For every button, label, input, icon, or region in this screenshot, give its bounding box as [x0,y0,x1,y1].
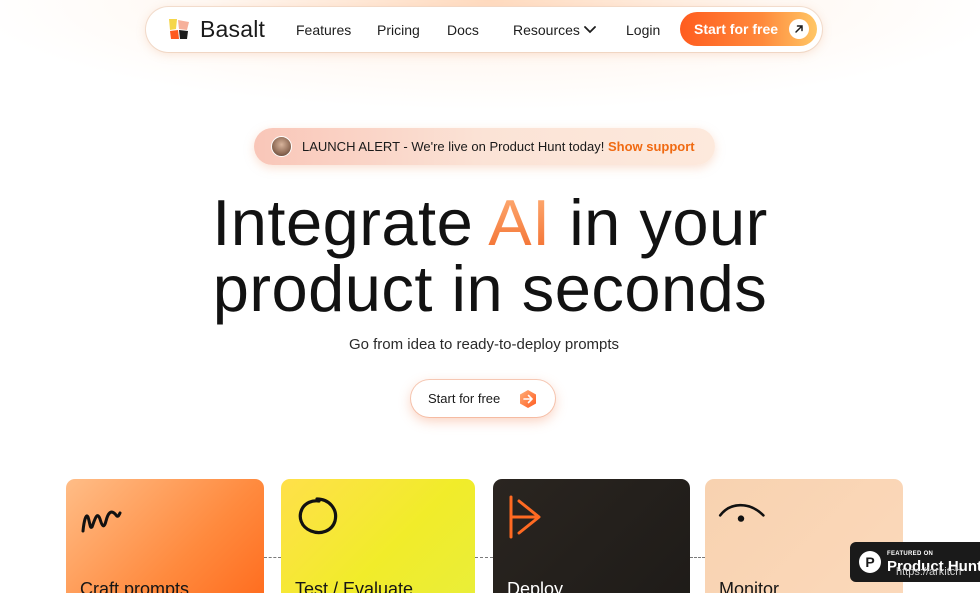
connector-line [475,557,493,558]
eye-icon [718,503,765,522]
basalt-logo-icon [169,19,189,39]
hero-cta-label: Start for free [428,391,501,406]
product-hunt-logo-icon: P [859,551,881,573]
nav-link-resources[interactable]: Resources [513,22,580,38]
launch-alert-banner[interactable]: LAUNCH ALERT - We're live on Product Hun… [254,128,715,165]
feature-card-test[interactable]: Test / Evaluate [281,479,475,593]
nav-link-login[interactable]: Login [626,22,660,38]
card-title: Deploy [507,579,564,593]
show-support-link[interactable]: Show support [608,139,695,154]
squiggle-icon [81,510,122,533]
nav-link-docs[interactable]: Docs [447,22,479,38]
hero-title: Integrate AI in your product in seconds [212,186,768,325]
avatar [271,136,292,157]
deploy-icon [509,495,541,539]
top-navbar: Basalt Features Pricing Docs Resources L… [146,7,822,52]
feature-card-craft[interactable]: Craft prompts [66,479,264,593]
card-title: Monitor [719,579,780,593]
nav-link-features[interactable]: Features [296,22,351,38]
brand-name[interactable]: Basalt [200,16,265,43]
nav-cta-label: Start for free [694,21,779,37]
launch-alert-text: LAUNCH ALERT - We're live on Product Hun… [302,139,695,154]
hero-subtitle: Go from idea to ready-to-deploy prompts [348,336,620,353]
card-title: Test / Evaluate [295,579,414,593]
circle-icon [298,497,338,535]
card-title: Craft prompts [80,579,190,593]
arrow-up-right-icon [789,19,809,39]
watermark-text: https://arkitch [896,566,962,578]
chevron-down-icon[interactable] [584,26,596,34]
product-hunt-featured-label: FEATURED ON [887,551,934,557]
nav-start-free-button[interactable]: Start for free [680,12,817,46]
connector-line [690,557,705,558]
nav-link-pricing[interactable]: Pricing [377,22,420,38]
hero-start-free-button[interactable]: Start for free [411,380,555,417]
hero-title-accent: AI [488,186,551,259]
feature-card-deploy[interactable]: Deploy [493,479,690,593]
arrow-right-icon [520,390,536,408]
connector-line [264,557,281,558]
